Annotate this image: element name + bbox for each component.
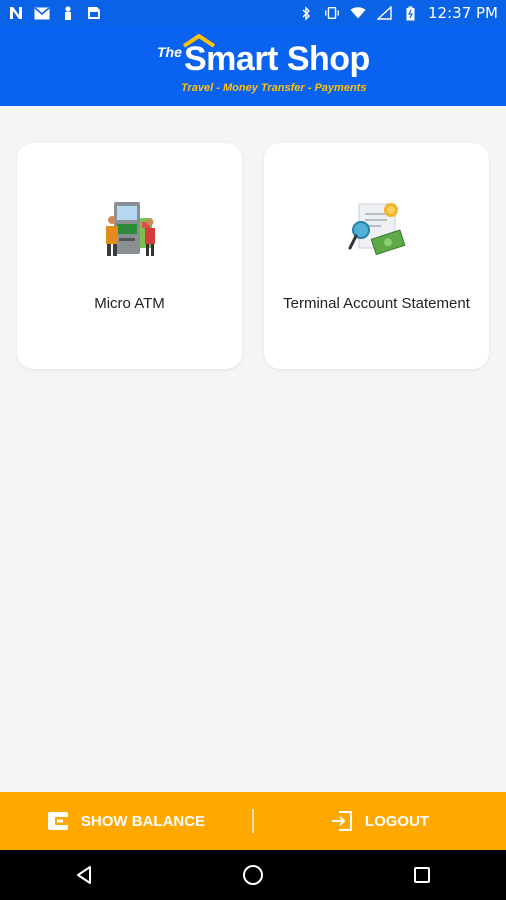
recents-button[interactable] xyxy=(402,855,442,895)
logo-prefix: The xyxy=(157,44,182,60)
logout-label: LOGOUT xyxy=(364,812,430,830)
n-icon xyxy=(8,6,24,20)
home-button[interactable] xyxy=(233,855,273,895)
card-label-micro-atm: Micro ATM xyxy=(94,295,165,312)
back-button[interactable] xyxy=(64,855,104,895)
status-right-icons: 12:37 PM xyxy=(298,4,498,22)
show-balance-label: SHOW BALANCE xyxy=(80,812,206,830)
vibrate-icon xyxy=(324,6,340,20)
home-icon xyxy=(242,865,263,885)
person-icon xyxy=(60,6,76,20)
card-terminal-account-statement[interactable]: Terminal Account Statement xyxy=(264,143,489,369)
battery-icon xyxy=(402,6,418,20)
system-nav-bar xyxy=(0,850,506,900)
account-statement-icon xyxy=(348,203,405,256)
logout-icon xyxy=(331,811,352,831)
card-micro-atm[interactable]: Micro ATM xyxy=(17,143,242,369)
recents-icon xyxy=(413,867,430,883)
logo-tagline: Travel - Money Transfer - Payments xyxy=(181,82,367,94)
card-label-terminal-account-statement: Terminal Account Statement xyxy=(283,295,470,312)
smart-shop-logo: The Smart Shop Travel - Money Transfer -… xyxy=(0,26,506,106)
mail-icon xyxy=(34,6,50,20)
logout-button[interactable]: LOGOUT xyxy=(254,792,506,850)
micro-atm-icon xyxy=(105,202,155,256)
back-icon xyxy=(77,866,92,884)
status-left-icons xyxy=(8,6,102,20)
show-balance-button[interactable]: SHOW BALANCE xyxy=(0,792,252,850)
logo-name: Smart Shop xyxy=(184,40,370,78)
status-bar: 12:37 PM xyxy=(0,0,506,26)
action-bar: SHOW BALANCE LOGOUT xyxy=(0,792,506,850)
wallet-icon xyxy=(47,812,68,830)
app-header: The Smart Shop Travel - Money Transfer -… xyxy=(0,26,506,106)
wifi-icon xyxy=(350,6,366,20)
sim-icon xyxy=(86,6,102,20)
bluetooth-icon xyxy=(298,5,314,21)
signal-icon xyxy=(376,6,392,20)
status-time: 12:37 PM xyxy=(428,4,498,22)
